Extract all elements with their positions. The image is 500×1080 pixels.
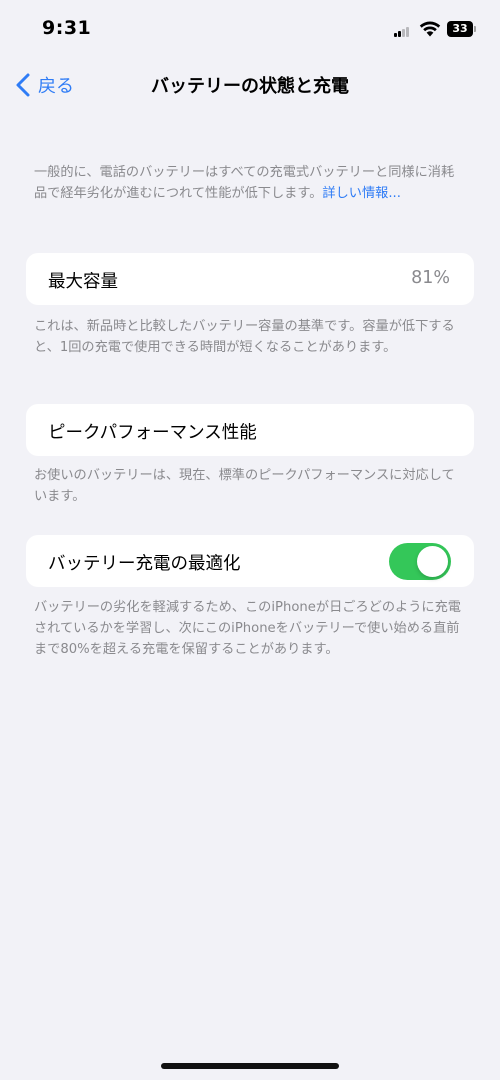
optimized-charging-toggle[interactable] [389, 543, 451, 580]
wifi-icon [419, 21, 441, 37]
battery-level: 33 [452, 22, 468, 35]
learn-more-link[interactable]: 詳しい情報... [322, 186, 401, 201]
peak-performance-note: お使いのバッテリーは、現在、標準のピークパフォーマンスに対応しています。 [34, 468, 455, 504]
max-capacity-label: 最大容量 [48, 272, 118, 292]
cellular-signal-icon [394, 27, 410, 37]
optimized-charging-row: バッテリー充電の最適化 [26, 535, 474, 587]
status-time: 9:31 [42, 17, 92, 39]
status-bar: 9:31 33 [0, 0, 500, 60]
max-capacity-value: 81% [411, 268, 450, 288]
page-title: バッテリーの状態と充電 [151, 76, 349, 97]
toggle-knob [417, 546, 448, 577]
peak-performance-row: ピークパフォーマンス性能 [26, 404, 474, 456]
max-capacity-note: これは、新品時と比較したバッテリー容量の基準です。容量が低下すると、1回の充電で… [34, 319, 455, 355]
max-capacity-row: 最大容量 81% [26, 253, 474, 305]
home-indicator[interactable] [161, 1063, 339, 1069]
optimized-charging-note: バッテリーの劣化を軽減するため、このiPhoneが日ごろどのように充電されている… [34, 600, 461, 657]
battery-cap [474, 26, 476, 32]
battery-icon: 33 [447, 21, 473, 37]
optimized-charging-label: バッテリー充電の最適化 [48, 554, 241, 574]
intro-note: 一般的に、電話のバッテリーはすべての充電式バッテリーと同様に消耗品で経年劣化が進… [34, 162, 466, 204]
peak-performance-label: ピークパフォーマンス性能 [48, 423, 257, 443]
